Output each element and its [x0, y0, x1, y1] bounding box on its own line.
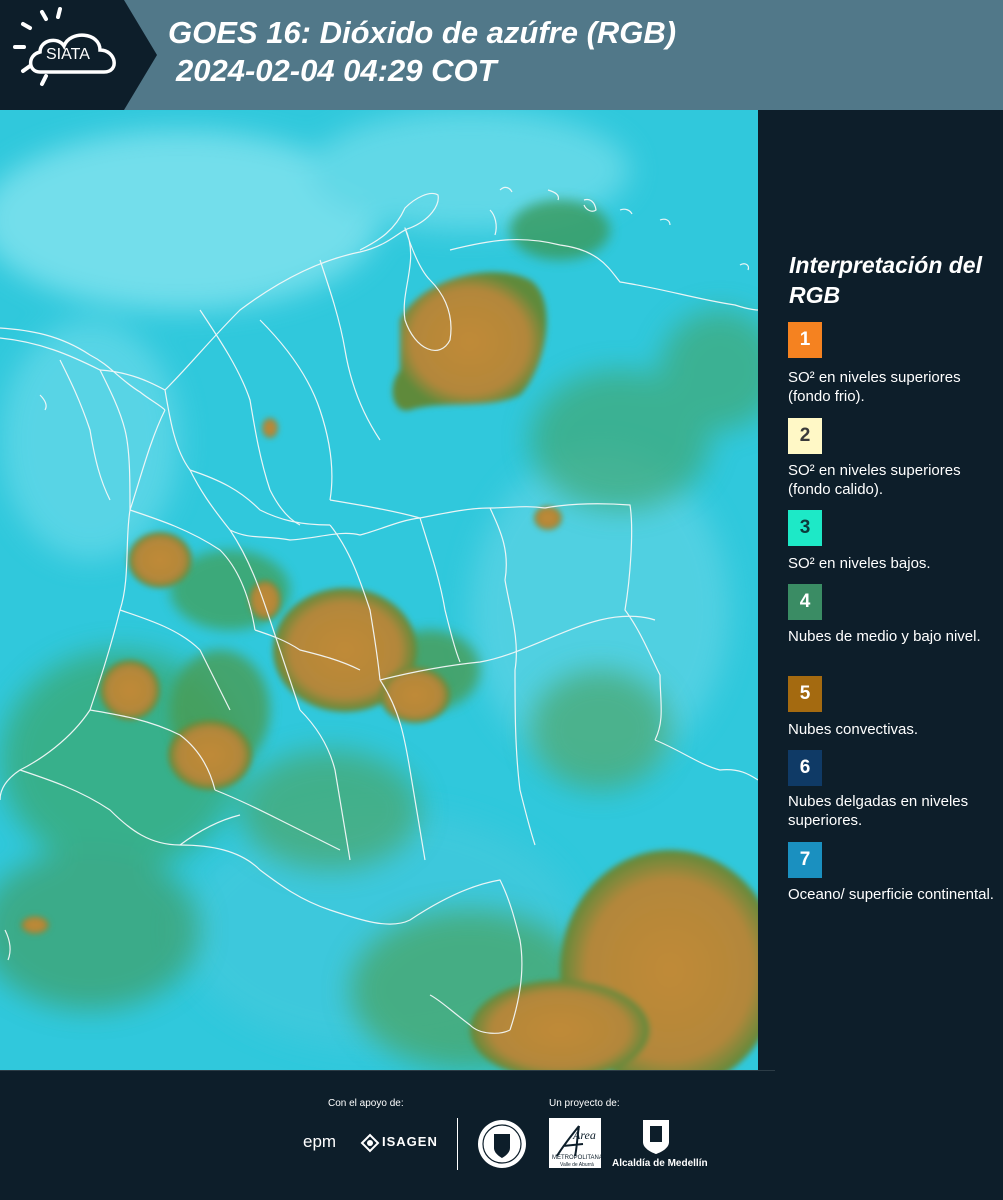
legend-swatch-2: 2	[788, 418, 822, 454]
siata-logo-text: SIATA	[46, 46, 90, 63]
legend-desc-3: SO² en niveles bajos.	[788, 555, 931, 572]
legend-swatch-4: 4	[788, 584, 822, 620]
satellite-image	[0, 110, 758, 1070]
page-title: GOES 16: Dióxido de azúfre (RGB) 2024-02…	[168, 14, 676, 90]
isagen-logo-icon	[360, 1133, 380, 1153]
title-line-1: GOES 16: Dióxido de azúfre (RGB)	[168, 15, 677, 50]
legend-desc-7: Oceano/ superficie continental.	[788, 886, 994, 903]
alcaldia-shield-icon	[643, 1120, 669, 1154]
legend-number-5: 5	[799, 683, 811, 704]
legend-desc-4: Nubes de medio y bajo nivel.	[788, 628, 981, 645]
legend-number-1: 1	[799, 329, 811, 350]
alcaldia-label: Alcaldía de Medellín	[612, 1158, 708, 1169]
legend-desc-5: Nubes convectivas.	[788, 721, 919, 738]
title-line-2: 2024-02-04 04:29 COT	[176, 53, 497, 88]
legend-number-7: 7	[799, 849, 811, 870]
legend-panel: Interpretación del RGB 1 SO² en niveles …	[762, 110, 1003, 1070]
legend-swatch-1: 1	[788, 322, 822, 358]
legend-number-2: 2	[799, 425, 811, 446]
legend-swatch-7: 7	[788, 842, 822, 878]
legend-swatch-3: 3	[788, 510, 822, 546]
legend-desc-2: SO² en niveles superiores (fondo calido)…	[788, 462, 961, 498]
legend-number-4: 4	[799, 591, 811, 612]
header: SIATA GOES 16: Dióxido de azúfre (RGB) 2…	[0, 0, 1003, 110]
medellin-seal-icon	[478, 1120, 526, 1168]
legend-number-6: 6	[799, 757, 811, 778]
legend-title: Interpretación del RGB	[789, 252, 982, 308]
legend-swatch-5: 5	[788, 676, 822, 712]
satellite-map	[0, 110, 758, 1070]
legend-desc-1: SO² en niveles superiores (fondo frio).	[788, 369, 961, 405]
footer: Con el apoyo de: Un proyecto de: epm ISA…	[0, 1070, 1003, 1200]
area-metropolitana-name: Área	[573, 1128, 596, 1142]
project-label: Un proyecto de:	[549, 1098, 620, 1109]
legend-number-3: 3	[799, 517, 811, 538]
legend-desc-6: Nubes delgadas en niveles superiores.	[788, 793, 969, 829]
area-metropolitana-sub2: Valle de Aburrá	[560, 1162, 594, 1168]
area-metropolitana-sub: METROPOLITANA	[552, 1155, 603, 1161]
epm-logo: epm	[303, 1132, 337, 1151]
support-label: Con el apoyo de:	[328, 1098, 404, 1109]
footer-divider	[457, 1118, 458, 1170]
isagen-logo: ISAGEN	[382, 1134, 438, 1149]
legend-swatch-6: 6	[788, 750, 822, 786]
